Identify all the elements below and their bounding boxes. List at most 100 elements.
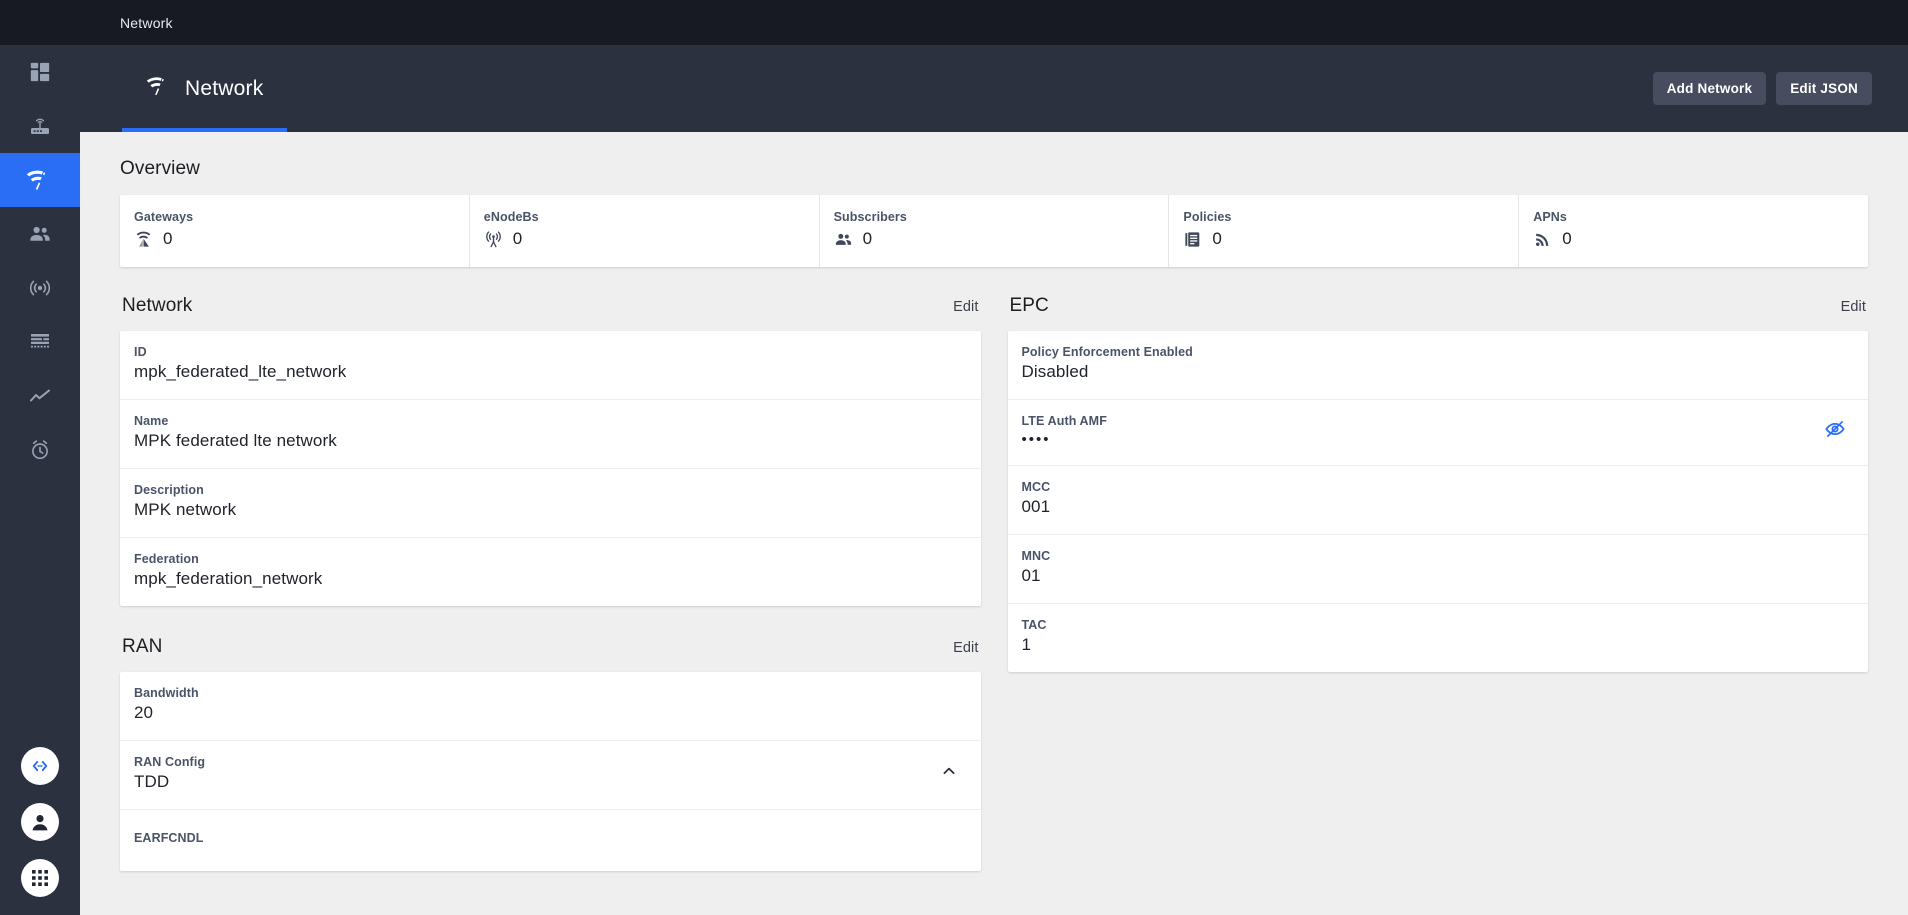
row-value: 01 (1022, 566, 1051, 586)
epc-card: Policy Enforcement Enabled Disabled LTE … (1008, 331, 1869, 672)
add-network-button[interactable]: Add Network (1653, 72, 1766, 105)
row-value: mpk_federated_lte_network (134, 362, 346, 382)
row-value: •••• (1022, 431, 1107, 448)
row-value: MPK network (134, 500, 236, 520)
row-label: RAN Config (134, 755, 205, 769)
page-header: Network Add Network Edit JSON (80, 45, 1908, 132)
cell-tower-icon (484, 230, 503, 249)
row-label: Federation (134, 552, 322, 566)
rss-signal-icon (1533, 230, 1552, 249)
table-row[interactable]: LTE Auth AMF •••• (1008, 400, 1869, 466)
row-label: Bandwidth (134, 686, 199, 700)
kpi-apns[interactable]: APNs 0 (1519, 195, 1868, 267)
kpi-number: 0 (163, 229, 172, 249)
kpi-value-group: 0 (1533, 229, 1868, 249)
row-text: Name MPK federated lte network (134, 414, 337, 451)
kpi-gateways[interactable]: Gateways 0 (120, 195, 470, 267)
left-column: Network Edit ID mpk_federated_lte_networ… (120, 295, 981, 871)
overview-title: Overview (120, 158, 200, 179)
user-account-icon (28, 810, 52, 834)
row-text: Federation mpk_federation_network (134, 552, 322, 589)
page-content: Overview Gateways 0 eNodeBs (80, 132, 1908, 915)
sidebar-item-alerts[interactable] (0, 423, 80, 477)
detail-columns: Network Edit ID mpk_federated_lte_networ… (120, 295, 1868, 871)
row-label: TAC (1022, 618, 1047, 632)
row-label: MCC (1022, 480, 1051, 494)
table-row[interactable]: TAC 1 (1008, 604, 1869, 672)
account-button[interactable] (21, 803, 59, 841)
overview-header: Overview (120, 158, 1868, 180)
people-icon (834, 230, 853, 249)
alarm-clock-icon (28, 438, 52, 462)
kpi-number: 0 (1212, 229, 1221, 249)
table-row[interactable]: EARFCNDL (120, 810, 981, 871)
apps-button[interactable] (21, 859, 59, 897)
cell-tower-icon (28, 276, 52, 300)
policy-document-icon (1183, 230, 1202, 249)
lte-auth-amf-visibility-toggle[interactable] (1824, 418, 1846, 445)
overview-kpi-row: Gateways 0 eNodeBs (120, 195, 1868, 267)
row-text: Policy Enforcement Enabled Disabled (1022, 345, 1193, 382)
ran-card: Bandwidth 20 RAN Config TDD (120, 672, 981, 871)
ran-panel-header: RAN Edit (120, 636, 981, 672)
row-value: 20 (134, 703, 199, 723)
row-text: EARFCNDL (134, 831, 204, 848)
row-value: 1 (1022, 635, 1047, 655)
row-label: LTE Auth AMF (1022, 414, 1107, 428)
row-value: 001 (1022, 497, 1051, 517)
kpi-label: eNodeBs (484, 210, 819, 224)
sidebar-item-network[interactable] (0, 153, 80, 207)
kpi-value-group: 0 (134, 229, 469, 249)
row-text: MNC 01 (1022, 549, 1051, 586)
sidebar-item-metrics[interactable] (0, 369, 80, 423)
kpi-label: Subscribers (834, 210, 1169, 224)
sidebar-item-gateways[interactable] (0, 99, 80, 153)
kpi-number: 0 (863, 229, 872, 249)
ran-config-collapse-button[interactable] (939, 761, 959, 786)
kpi-label: APNs (1533, 210, 1868, 224)
network-wifi-icon (146, 76, 172, 101)
eye-off-icon (1824, 418, 1846, 445)
sidebar-top-filler (0, 0, 80, 45)
network-wifi-icon (26, 166, 54, 194)
row-value: mpk_federation_network (134, 569, 322, 589)
sidebar-item-enodebs[interactable] (0, 261, 80, 315)
row-label: ID (134, 345, 346, 359)
sidebar-item-subscribers[interactable] (0, 207, 80, 261)
app-root: Network Network Add Network Edit JSON Ov… (0, 0, 1908, 915)
tab-network[interactable]: Network (122, 45, 287, 132)
row-value: TDD (134, 772, 205, 792)
table-row[interactable]: MCC 001 (1008, 466, 1869, 535)
sidebar-item-dashboard[interactable] (0, 45, 80, 99)
ran-edit-link[interactable]: Edit (953, 640, 978, 656)
kpi-policies[interactable]: Policies 0 (1169, 195, 1519, 267)
header-actions: Add Network Edit JSON (1653, 45, 1908, 105)
row-label: Name (134, 414, 337, 428)
people-icon (28, 222, 52, 246)
network-edit-link[interactable]: Edit (953, 299, 978, 315)
row-text: Description MPK network (134, 483, 236, 520)
epc-edit-link[interactable]: Edit (1841, 299, 1866, 315)
table-row[interactable]: Description MPK network (120, 469, 981, 538)
row-text: LTE Auth AMF •••• (1022, 414, 1107, 448)
table-row[interactable]: Bandwidth 20 (120, 672, 981, 741)
kpi-number: 0 (1562, 229, 1571, 249)
table-row[interactable]: Name MPK federated lte network (120, 400, 981, 469)
table-row[interactable]: Policy Enforcement Enabled Disabled (1008, 331, 1869, 400)
table-row[interactable]: MNC 01 (1008, 535, 1869, 604)
list-document-icon (28, 330, 52, 354)
sidebar-item-policies[interactable] (0, 315, 80, 369)
kpi-subscribers[interactable]: Subscribers 0 (820, 195, 1170, 267)
chevron-up-icon (939, 761, 959, 786)
table-row[interactable]: ID mpk_federated_lte_network (120, 331, 981, 400)
tabstrip: Network (80, 45, 287, 132)
kpi-number: 0 (513, 229, 522, 249)
edit-json-button[interactable]: Edit JSON (1776, 72, 1872, 105)
kpi-enodebs[interactable]: eNodeBs 0 (470, 195, 820, 267)
api-docs-button[interactable] (21, 747, 59, 785)
kpi-value-group: 0 (484, 229, 819, 249)
table-row[interactable]: RAN Config TDD (120, 741, 981, 810)
row-value: MPK federated lte network (134, 431, 337, 451)
table-row[interactable]: Federation mpk_federation_network (120, 538, 981, 606)
kpi-label: Policies (1183, 210, 1518, 224)
